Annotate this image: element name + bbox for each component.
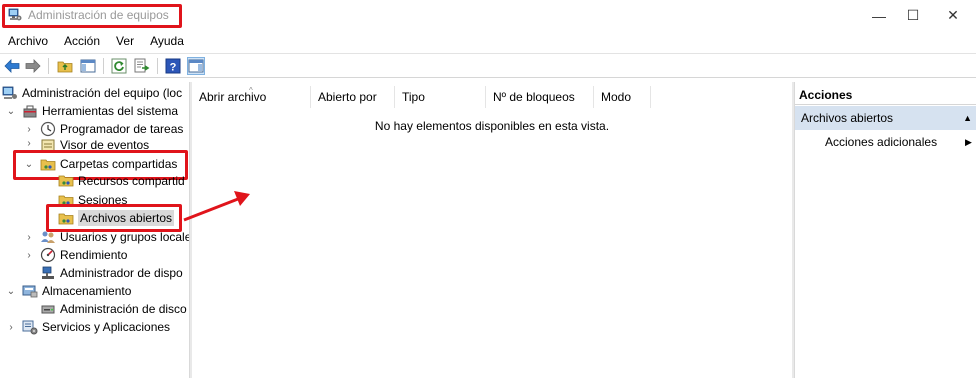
annotation-arrow (183, 197, 239, 222)
annotation-arrow-overlay (183, 191, 250, 222)
